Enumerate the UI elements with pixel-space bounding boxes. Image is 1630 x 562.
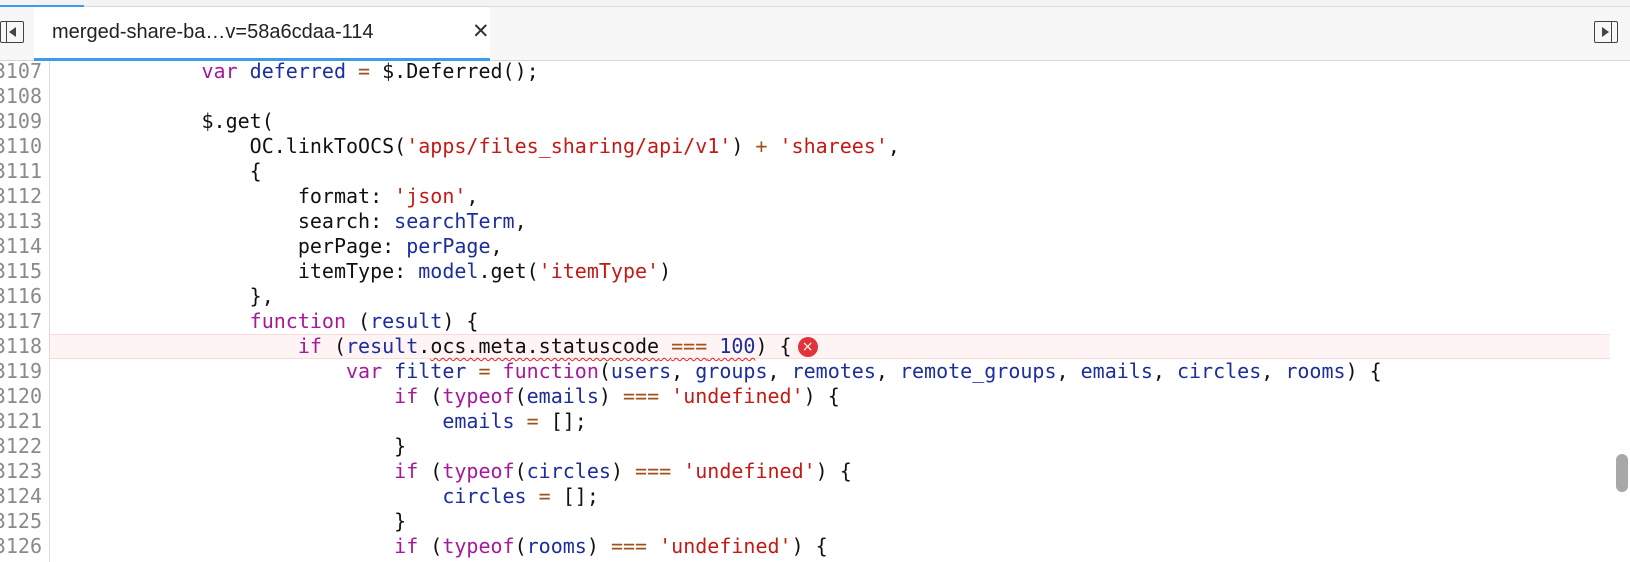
code-text: } [57, 434, 407, 458]
line-number[interactable]: 3123 [0, 459, 42, 484]
code-text: circles = []; [442, 484, 599, 508]
line-number[interactable]: 3115 [0, 259, 42, 284]
code-text: search: searchTerm, [57, 209, 527, 233]
code-line[interactable]: 3109 $.get( [0, 109, 1630, 134]
code-text: function (result) { [249, 309, 479, 333]
code-text: var filter = function(users, groups, rem… [345, 359, 1382, 383]
line-number[interactable]: 3125 [0, 509, 42, 534]
line-number[interactable]: 3118 [0, 334, 42, 359]
close-icon[interactable]: ✕ [472, 19, 490, 43]
code-text: } [57, 509, 407, 533]
code-lines[interactable]: 3107 var deferred = $.Deferred();3108310… [0, 61, 1630, 562]
code-line[interactable]: 3113 search: searchTerm, [0, 209, 1630, 234]
line-number[interactable]: 3108 [0, 84, 42, 109]
debugger-source-window: merged-share-ba…v=58a6cdaa-114 ✕ 3107 va… [0, 0, 1630, 562]
source-tab-bar: merged-share-ba…v=58a6cdaa-114 ✕ [0, 7, 1630, 61]
code-text: }, [57, 284, 274, 308]
error-x-icon[interactable]: × [797, 336, 818, 357]
line-number[interactable]: 3113 [0, 209, 42, 234]
line-number[interactable]: 3109 [0, 109, 42, 134]
code-editor[interactable]: 3107 var deferred = $.Deferred();3108310… [0, 61, 1630, 562]
line-number[interactable]: 3110 [0, 134, 42, 159]
code-line[interactable]: 3120 if (typeof(emails) === 'undefined')… [0, 384, 1630, 409]
code-line[interactable]: 3108 [0, 84, 1630, 109]
code-line[interactable]: 3125 } [0, 509, 1630, 534]
line-number[interactable]: 3117 [0, 309, 42, 334]
code-text: if (typeof(rooms) === 'undefined') { [394, 534, 828, 558]
line-number[interactable]: 3120 [0, 384, 42, 409]
error-underlined-expression: ocs.meta.statuscode === 100 [430, 334, 756, 358]
tab-source-file[interactable]: merged-share-ba…v=58a6cdaa-114 ✕ [34, 7, 490, 61]
code-line-error[interactable]: 3118 if (result.ocs.meta.statuscode === … [0, 334, 1630, 359]
line-number[interactable]: 3126 [0, 534, 42, 559]
line-number[interactable]: 3114 [0, 234, 42, 259]
code-text: OC.linkToOCS('apps/files_sharing/api/v1'… [57, 134, 900, 158]
code-line[interactable]: 3124 circles = []; [0, 484, 1630, 509]
tab-title: merged-share-ba…v=58a6cdaa-114 [52, 21, 374, 43]
sidebar-left-toggle-icon[interactable] [0, 21, 24, 43]
code-text: if (typeof(circles) === 'undefined') { [394, 459, 852, 483]
code-text: emails = []; [442, 409, 587, 433]
line-number[interactable]: 3124 [0, 484, 42, 509]
code-line[interactable]: 3107 var deferred = $.Deferred(); [0, 61, 1630, 84]
code-line[interactable]: 3119 var filter = function(users, groups… [0, 359, 1630, 384]
code-line[interactable]: 3126 if (typeof(rooms) === 'undefined') … [0, 534, 1630, 559]
code-text: if (typeof(emails) === 'undefined') { [394, 384, 840, 408]
code-line[interactable]: 3112 format: 'json', [0, 184, 1630, 209]
line-number[interactable]: 3122 [0, 434, 42, 459]
code-text: format: 'json', [57, 184, 479, 208]
code-line[interactable]: 3115 itemType: model.get('itemType') [0, 259, 1630, 284]
code-line[interactable]: 3114 perPage: perPage, [0, 234, 1630, 259]
code-line[interactable]: 3117 function (result) { [0, 309, 1630, 334]
code-text: $.get( [57, 109, 274, 133]
code-line[interactable]: 3111 { [0, 159, 1630, 184]
line-number[interactable]: 3116 [0, 284, 42, 309]
code-text: if (result.ocs.meta.statuscode === 100) … [57, 334, 818, 359]
code-line[interactable]: 3123 if (typeof(circles) === 'undefined'… [0, 459, 1630, 484]
line-number[interactable]: 3119 [0, 359, 42, 384]
code-line[interactable]: 3110 OC.linkToOCS('apps/files_sharing/ap… [0, 134, 1630, 159]
sidebar-right-toggle-icon[interactable] [1594, 21, 1618, 43]
code-text: perPage: perPage, [57, 234, 503, 258]
vertical-scrollbar-thumb[interactable] [1616, 454, 1628, 492]
code-line[interactable]: 3121 emails = []; [0, 409, 1630, 434]
code-line[interactable]: 3122 } [0, 434, 1630, 459]
code-text: itemType: model.get('itemType') [57, 259, 672, 283]
top-divider [0, 0, 1630, 7]
code-text: var deferred = $.Deferred(); [201, 61, 539, 83]
code-text: { [57, 159, 262, 183]
line-number[interactable]: 3111 [0, 159, 42, 184]
line-number[interactable]: 3107 [0, 61, 42, 84]
line-number[interactable]: 3112 [0, 184, 42, 209]
code-line[interactable]: 3116 }, [0, 284, 1630, 309]
line-number[interactable]: 3121 [0, 409, 42, 434]
